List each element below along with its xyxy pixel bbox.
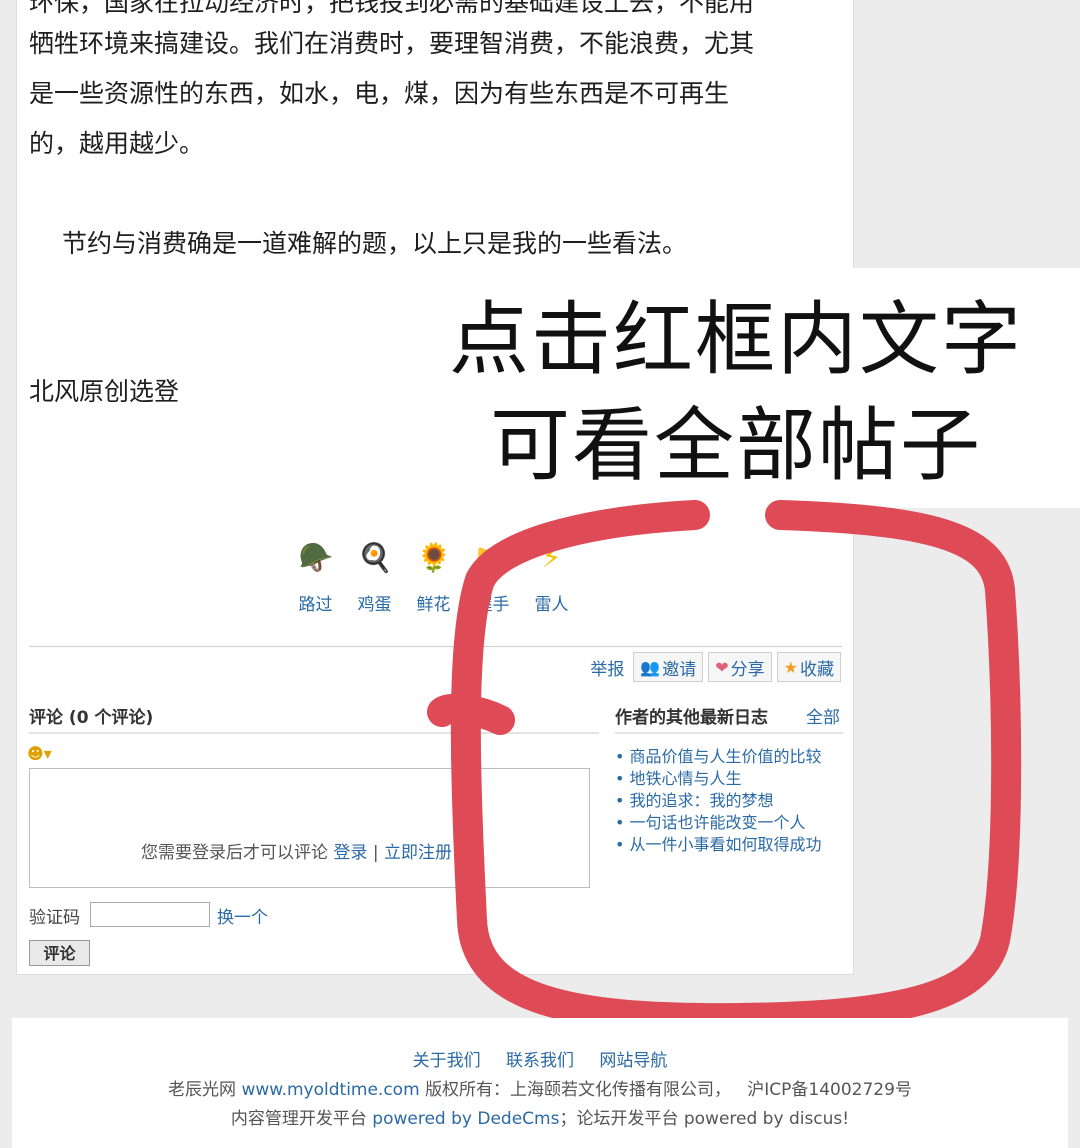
flower-icon: 🌻 xyxy=(416,541,452,574)
footer-link-about[interactable]: 关于我们 xyxy=(413,1051,481,1071)
heart-icon: ❤ xyxy=(715,657,729,677)
footer-link-sitemap[interactable]: 网站导航 xyxy=(599,1051,667,1071)
other-post-link[interactable]: 商品价值与人生价值的比较 xyxy=(615,746,845,768)
report-link[interactable]: 举报 xyxy=(590,655,624,680)
article-signature: 北风原创选登 xyxy=(29,377,180,406)
smiley-icon[interactable]: ☻▾ xyxy=(27,744,52,763)
share-button[interactable]: ❤ 分享 xyxy=(708,652,772,682)
comments-title: 评论 xyxy=(29,708,63,728)
register-link[interactable]: 立即注册 xyxy=(384,843,452,863)
footer-link-contact[interactable]: 联系我们 xyxy=(506,1051,574,1071)
reaction-label: 握手 xyxy=(475,595,510,615)
star-icon: ★ xyxy=(783,657,798,677)
other-post-link[interactable]: 我的追求：我的梦想 xyxy=(615,790,845,812)
site-name: 老辰光网 xyxy=(168,1080,237,1100)
captcha-input[interactable] xyxy=(90,902,210,927)
article-line: 节约与消费确是一道难解的题，以上只是我的一些看法。 xyxy=(62,229,688,258)
other-post-link[interactable]: 一句话也许能改变一个人 xyxy=(615,812,845,834)
login-link[interactable]: 登录 xyxy=(333,843,367,863)
reaction-handshake[interactable]: 🤝 握手 xyxy=(472,540,513,615)
article-line: 是一些资源性的东西，如水，电，煤，因为有些东西是不可再生 xyxy=(29,79,730,108)
reaction-flower[interactable]: 🌻 鲜花 xyxy=(413,540,454,615)
reaction-bar: 🪖 路过 🍳 鸡蛋 🌻 鲜花 🤝 握手 ⚡ 雷人 xyxy=(295,540,572,615)
separator: | xyxy=(372,843,379,863)
footer-copyright: 老辰光网 www.myoldtime.com 版权所有：上海颐若文化传播有限公司… xyxy=(12,1075,1068,1100)
comment-textarea[interactable] xyxy=(29,768,590,888)
article-line: 牺牲环境来搞建设。我们在消费时，要理智消费，不能浪费，尤其 xyxy=(29,29,755,58)
reaction-thunder[interactable]: ⚡ 雷人 xyxy=(531,540,572,615)
forum-text: powered by discus! xyxy=(683,1109,850,1129)
soldier-icon: 🪖 xyxy=(298,541,334,574)
lightning-icon: ⚡ xyxy=(541,541,562,574)
egg-icon: 🍳 xyxy=(357,541,393,574)
captcha-label: 验证码 xyxy=(29,908,80,928)
annotation-text-line2: 可看全部帖子 xyxy=(490,399,982,492)
reaction-label: 鲜花 xyxy=(416,595,451,615)
handshake-icon: 🤝 xyxy=(475,541,511,574)
favorite-button[interactable]: ★ 收藏 xyxy=(776,652,841,682)
copyright-text: 版权所有：上海颐若文化传播有限公司， xyxy=(425,1080,732,1100)
share-label: 分享 xyxy=(730,659,765,680)
people-icon: 👥 xyxy=(640,657,661,677)
divider xyxy=(29,646,842,647)
reaction-egg[interactable]: 🍳 鸡蛋 xyxy=(354,540,395,615)
login-note-text: 您需要登录后才可以评论 xyxy=(141,843,328,863)
site-url-link[interactable]: www.myoldtime.com xyxy=(241,1080,419,1100)
other-post-link[interactable]: 地铁心情与人生 xyxy=(615,768,845,790)
reaction-label: 鸡蛋 xyxy=(357,595,392,615)
favorite-label: 收藏 xyxy=(800,659,834,680)
comments-count: (0 个评论) xyxy=(68,708,154,728)
icp-number: 沪ICP备14002729号 xyxy=(747,1080,912,1100)
captcha-change-link[interactable]: 换一个 xyxy=(217,903,268,928)
site-footer: 关于我们 联系我们 网站导航 老辰光网 www.myoldtime.com 版权… xyxy=(12,1018,1068,1148)
post-actions: 举报 👥 邀请 ❤ 分享 ★ 收藏 xyxy=(590,652,841,682)
footer-links: 关于我们 联系我们 网站导航 xyxy=(12,1046,1068,1071)
cms-prefix: 内容管理开发平台 xyxy=(230,1109,367,1129)
annotation-text-line1: 点击红框内文字 xyxy=(449,293,1023,386)
login-prompt: 您需要登录后才可以评论 登录 | 立即注册 xyxy=(141,838,452,863)
other-posts-list: 商品价值与人生价值的比较 地铁心情与人生 我的追求：我的梦想 一句话也许能改变一… xyxy=(615,746,845,856)
submit-comment-button[interactable]: 评论 xyxy=(29,940,90,966)
cms-link[interactable]: powered by DedeCms xyxy=(372,1109,559,1129)
forum-prefix: ；论坛开发平台 xyxy=(559,1109,679,1129)
reaction-label: 路过 xyxy=(298,595,333,615)
article-line: 的，越用越少。 xyxy=(29,129,205,158)
reaction-passby[interactable]: 🪖 路过 xyxy=(295,540,336,615)
reaction-label: 雷人 xyxy=(534,595,569,615)
divider xyxy=(615,732,843,734)
other-posts-all-link[interactable]: 全部 xyxy=(806,703,840,728)
footer-powered: 内容管理开发平台 powered by DedeCms；论坛开发平台 power… xyxy=(12,1104,1068,1129)
invite-label: 邀请 xyxy=(662,659,697,680)
other-posts-title: 作者的其他最新日志 xyxy=(615,708,768,728)
comments-heading: 评论 (0 个评论) xyxy=(29,703,153,728)
divider xyxy=(29,732,599,734)
other-post-link[interactable]: 从一件小事看如何取得成功 xyxy=(615,834,845,856)
invite-button[interactable]: 👥 邀请 xyxy=(633,652,704,682)
